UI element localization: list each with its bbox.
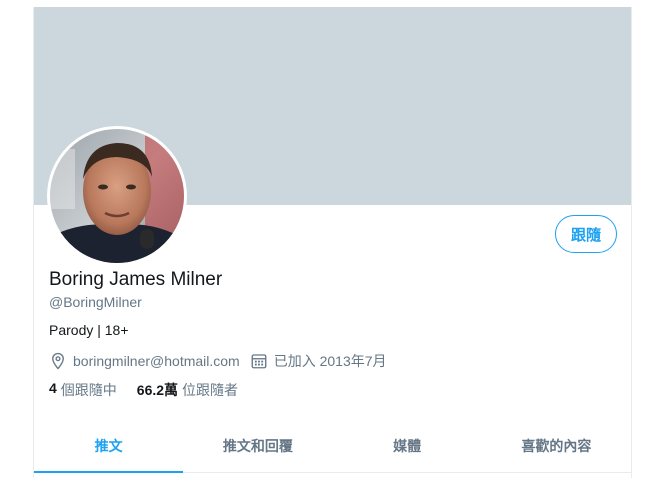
tab-likes[interactable]: 喜歡的內容 — [482, 420, 631, 472]
joined-item: 已加入 2013年7月 — [250, 351, 387, 371]
following-count: 4 — [49, 380, 57, 396]
followers-count: 66.2萬 — [136, 382, 179, 398]
location-pin-icon — [52, 352, 64, 370]
avatar-frame[interactable] — [47, 126, 187, 266]
location-text: boringmilner@hotmail.com — [73, 353, 240, 369]
profile-handle: @BoringMilner — [49, 294, 142, 310]
location-item: boringmilner@hotmail.com — [49, 352, 240, 370]
follow-button[interactable]: 跟隨 — [555, 215, 617, 253]
tab-tweets[interactable]: 推文 — [34, 420, 184, 473]
followers-link[interactable]: 66.2萬 位跟隨者 — [137, 380, 238, 400]
joined-text: 已加入 2013年7月 — [273, 353, 387, 369]
avatar[interactable] — [50, 129, 184, 263]
following-label: 個跟隨中 — [60, 382, 117, 398]
calendar-icon — [251, 354, 267, 369]
profile-name: Boring James Milner — [49, 269, 223, 290]
page: 跟隨 Boring James Milner @BoringMilner Par… — [0, 0, 652, 478]
tab-media[interactable]: 媒體 — [333, 420, 482, 472]
followers-label: 位跟隨者 — [182, 382, 239, 398]
profile-tabs: 推文 推文和回覆 媒體 喜歡的內容 — [34, 420, 631, 473]
profile-meta: boringmilner@hotmail.com 已加入 2013年7月 — [49, 351, 397, 371]
tab-tweets-and-replies[interactable]: 推文和回覆 — [183, 420, 332, 472]
profile-card: 跟隨 Boring James Milner @BoringMilner Par… — [33, 7, 632, 478]
following-link[interactable]: 4 個跟隨中 — [49, 380, 117, 400]
profile-bio: Parody | 18+ — [49, 322, 129, 338]
profile-stats: 4 個跟隨中 66.2萬 位跟隨者 — [49, 380, 258, 400]
